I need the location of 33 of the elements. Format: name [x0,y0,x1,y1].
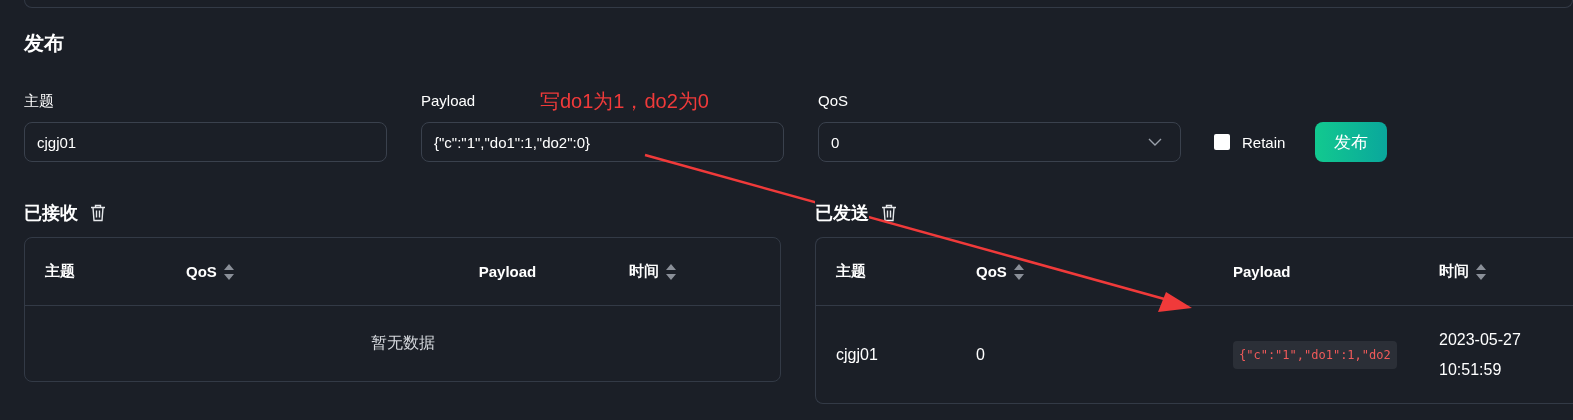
field-label: Payload [421,91,476,111]
checkbox[interactable] [1214,134,1230,150]
column-header: Payload [478,263,537,280]
table-cell-text: 2023-05-27 [1439,330,1522,349]
column-header: 主题 [45,262,75,281]
section-title: 已接收 [24,201,78,225]
column-header: 时间 [629,262,659,281]
trash-icon[interactable] [881,204,897,222]
column-header: QoS [976,263,1007,280]
annotation-text: 写do1为1，do2为0 [540,89,709,114]
section-title: 发布 [24,31,65,56]
column-header: 主题 [836,262,866,281]
qos-select[interactable]: 0 [818,122,1181,162]
table-cell-text: 10:51:59 [1439,360,1503,379]
payload-code: {"c":"1","do1":1,"do2 [1233,340,1397,369]
column-header: Payload [1233,263,1291,280]
field-label: QoS [818,91,848,111]
empty-text: 暂无数据 [370,333,435,353]
column-header: 时间 [1439,262,1469,281]
field-label: 主题 [24,91,54,111]
section-title: 已发送 [815,201,869,225]
table-cell: cjgj01 [836,345,878,364]
payload-field[interactable]: {"c":"1","do1":1,"do2":0} [421,122,784,162]
trash-icon[interactable] [90,204,106,222]
column-header: QoS [186,263,217,280]
sort-icon[interactable] [665,262,677,281]
table-cell: 0 [976,345,985,364]
retain-checkbox[interactable]: Retain [1214,122,1286,162]
topic-field[interactable]: cjgj01 [24,122,387,162]
sort-icon[interactable] [222,262,235,281]
sort-icon[interactable] [1012,262,1025,281]
sort-icon[interactable] [1475,262,1487,281]
chevron-down-icon [1148,138,1162,146]
